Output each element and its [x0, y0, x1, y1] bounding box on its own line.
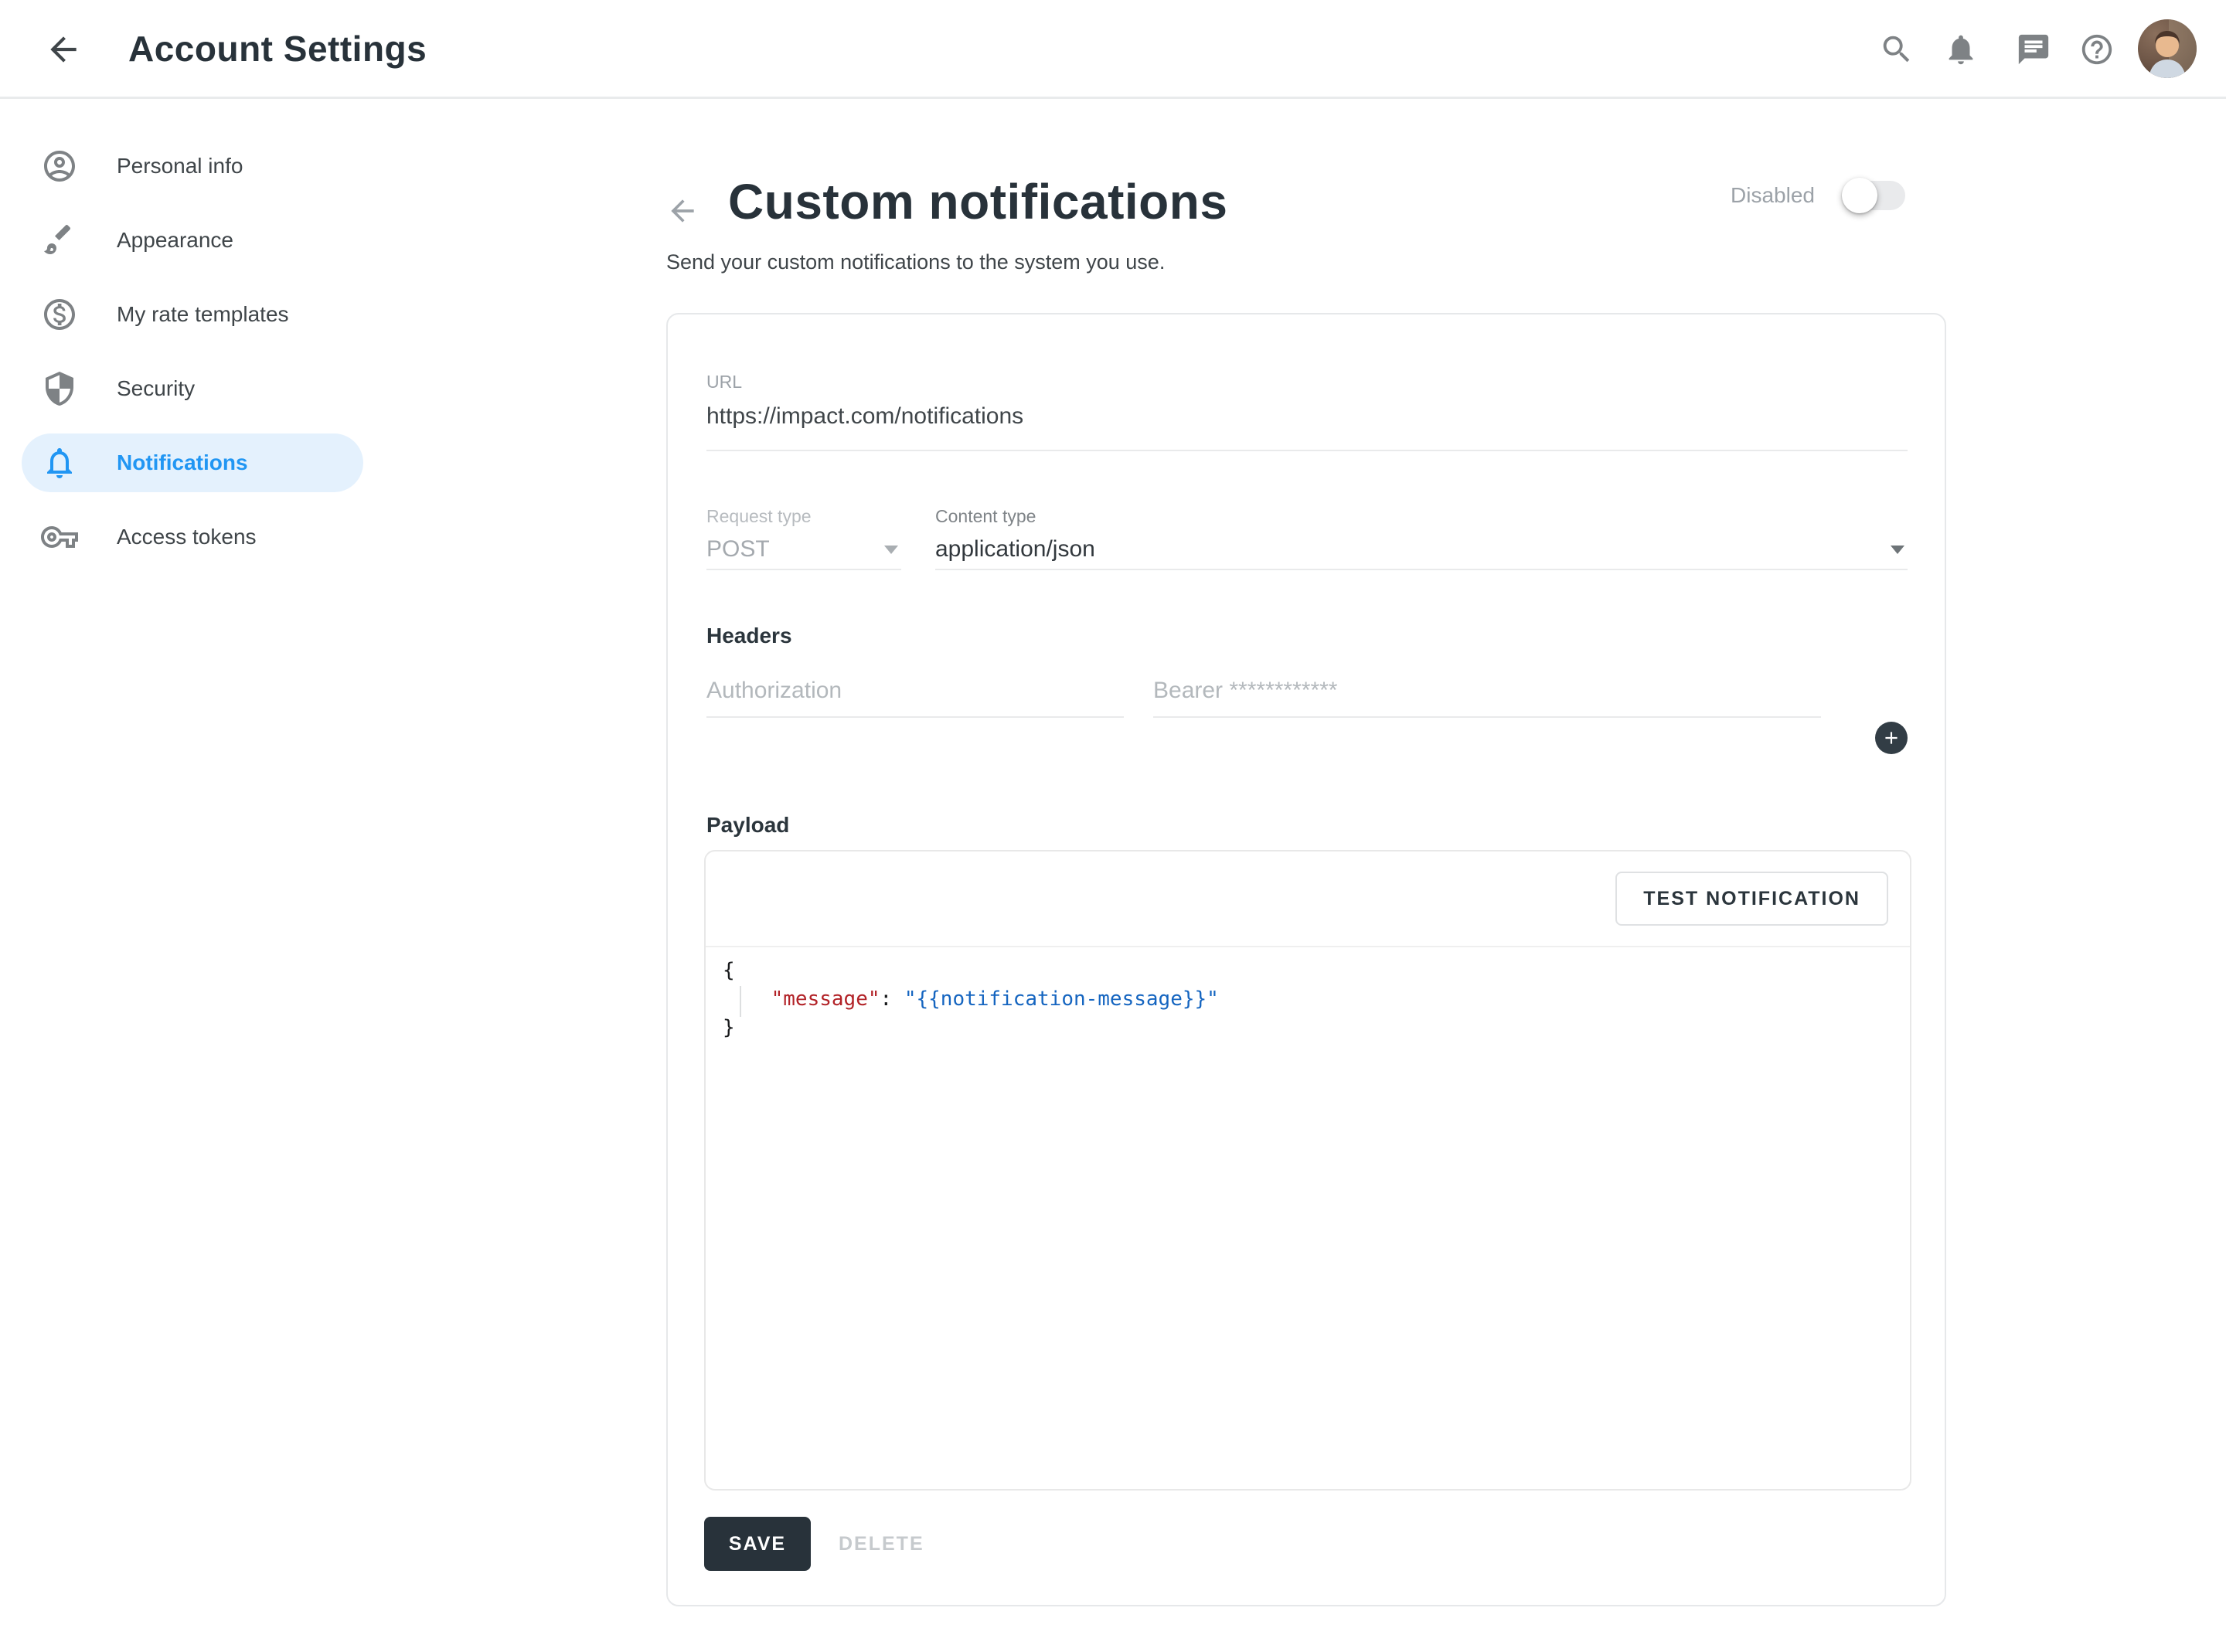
sidebar-item-security[interactable]: Security [0, 352, 402, 426]
code-line-1: { [723, 959, 735, 982]
plus-icon [1881, 728, 1901, 748]
key-icon [41, 518, 78, 556]
toggle-knob [1842, 178, 1877, 213]
back-arrow-icon[interactable] [44, 30, 83, 69]
request-type-select: Request type POST [706, 506, 901, 570]
headers-heading: Headers [706, 624, 1908, 648]
dollar-circle-icon [41, 296, 78, 333]
brush-icon [41, 222, 78, 259]
sidebar-item-label: Security [117, 376, 195, 401]
save-button[interactable]: SAVE [704, 1517, 811, 1571]
code-line-3: } [723, 1016, 735, 1039]
shield-icon [41, 370, 78, 407]
sidebar-item-label: Access tokens [117, 525, 257, 549]
top-app-bar: Account Settings [0, 0, 2226, 99]
header-name-input[interactable] [706, 678, 1124, 718]
payload-editor: TEST NOTIFICATION { "message": "{{notifi… [704, 850, 1911, 1491]
sidebar-item-my-rate-templates[interactable]: My rate templates [0, 277, 402, 352]
type-selects-row: Request type POST Content type applicati… [706, 506, 1908, 570]
help-icon[interactable] [2079, 32, 2115, 67]
avatar[interactable] [2138, 19, 2197, 78]
indent-guide [740, 986, 741, 1017]
sidebar-item-label: Appearance [117, 228, 233, 253]
request-type-value: POST [706, 536, 770, 563]
chat-icon[interactable] [2016, 32, 2051, 67]
sidebar-item-label: Notifications [117, 450, 248, 475]
payload-code-area[interactable]: { "message": "{{notification-message}}" … [706, 947, 1910, 1480]
payload-toolbar: TEST NOTIFICATION [706, 851, 1910, 947]
test-notification-button[interactable]: TEST NOTIFICATION [1615, 872, 1888, 926]
chevron-down-icon [1891, 546, 1904, 554]
notifications-bell-icon[interactable] [1943, 32, 1979, 67]
content-type-label: Content type [935, 506, 1908, 527]
sidebar-item-personal-info[interactable]: Personal info [0, 129, 402, 203]
code-key: "message" [771, 987, 880, 1011]
app-title: Account Settings [128, 28, 427, 70]
search-icon[interactable] [1879, 32, 1915, 67]
content-type-select[interactable]: Content type application/json [935, 506, 1908, 570]
page-title: Custom notifications [728, 173, 1227, 230]
bell-icon [41, 444, 78, 481]
url-input[interactable] [706, 403, 1908, 451]
toggle-state-label: Disabled [1731, 183, 1815, 208]
sidebar-item-label: Personal info [117, 154, 243, 178]
person-circle-icon [41, 148, 78, 185]
payload-heading: Payload [706, 813, 789, 838]
sidebar-item-label: My rate templates [117, 302, 289, 327]
url-field-group: URL [706, 372, 1908, 451]
sidebar-item-appearance[interactable]: Appearance [0, 203, 402, 277]
chevron-down-icon [884, 546, 898, 554]
headers-section: Headers [706, 624, 1908, 718]
header-value-input[interactable] [1153, 678, 1821, 718]
add-header-button[interactable] [1875, 722, 1908, 754]
url-field-label: URL [706, 372, 1908, 393]
form-actions: SAVE DELETE [704, 1517, 924, 1571]
enable-toggle[interactable] [1843, 179, 1905, 210]
content-type-value: application/json [935, 536, 1095, 563]
delete-button[interactable]: DELETE [839, 1533, 924, 1555]
request-type-label: Request type [706, 506, 901, 527]
sidebar-item-access-tokens[interactable]: Access tokens [0, 500, 402, 574]
code-string-value: "{{notification-message}}" [904, 987, 1219, 1011]
custom-notification-card: URL Request type POST Content type appli… [666, 313, 1946, 1606]
sidebar-item-notifications[interactable]: Notifications [0, 426, 402, 500]
settings-sidebar: Personal info Appearance My rate templat… [0, 129, 402, 574]
page-back-arrow-icon[interactable] [665, 194, 699, 228]
page-subtitle: Send your custom notifications to the sy… [666, 250, 1165, 274]
